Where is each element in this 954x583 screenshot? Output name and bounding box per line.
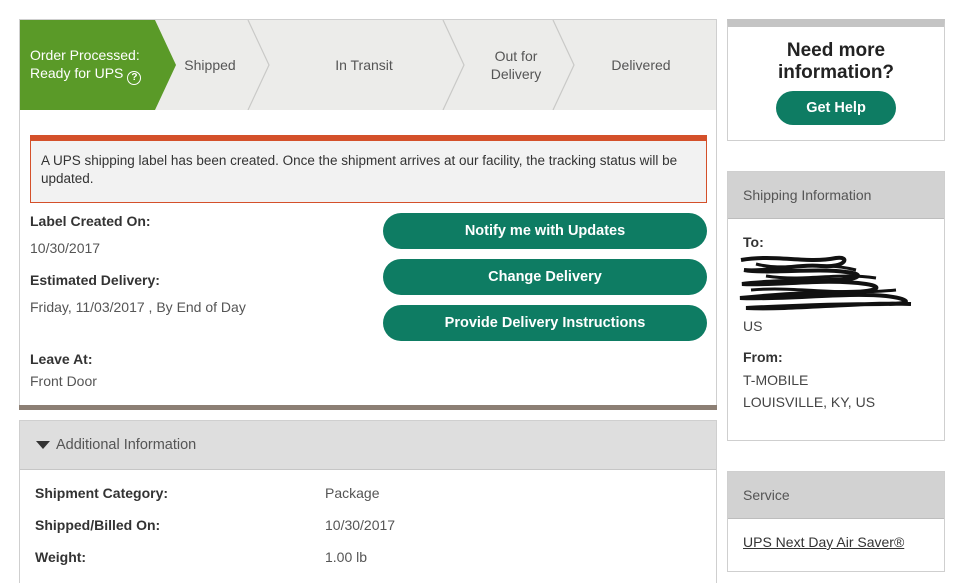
service-header: Service (728, 472, 944, 519)
weight-value: 1.00 lb (325, 549, 368, 565)
notify-updates-button[interactable]: Notify me with Updates (383, 213, 707, 249)
step-in-transit-label: In Transit (335, 57, 393, 73)
redacted-scribble (739, 255, 912, 311)
step-out-for-delivery-line2: Delivery (490, 66, 542, 82)
step-in-transit: In Transit (270, 20, 458, 110)
weight-label: Weight: (35, 549, 87, 565)
additional-info-toggle[interactable]: Additional Information (20, 421, 716, 470)
step-shipped-label: Shipped (184, 57, 236, 73)
shipping-info-header: Shipping Information (728, 172, 944, 219)
to-label: To: (743, 234, 764, 250)
get-help-button[interactable]: Get Help (776, 91, 896, 125)
shipped-billed-value: 10/30/2017 (325, 517, 396, 533)
panel-divider (19, 405, 717, 410)
shipped-billed-label: Shipped/Billed On: (35, 517, 161, 533)
help-box: Need more information? Get Help (727, 19, 945, 141)
caret-down-icon (36, 441, 50, 449)
service-value: UPS Next Day Air Saver® (743, 534, 904, 550)
from-name: T-MOBILE (743, 372, 809, 388)
step-order-processed-line1: Order Processed: (30, 46, 140, 63)
change-delivery-button[interactable]: Change Delivery (383, 259, 707, 295)
leave-at-label: Leave At: (30, 351, 93, 367)
shipment-category-label: Shipment Category: (35, 485, 169, 501)
step-shipped: Shipped (165, 20, 255, 110)
label-created-label: Label Created On: (30, 213, 151, 229)
to-country: US (743, 318, 763, 334)
service-box: Service UPS Next Day Air Saver® (727, 471, 945, 572)
estimated-delivery-value: Friday, 11/03/2017 , By End of Day (30, 299, 246, 315)
alert-text: A UPS shipping label has been created. O… (41, 153, 678, 186)
step-out-for-delivery-line1: Out for (494, 48, 538, 64)
tracking-panel: Order Processed: Ready for UPS? Shipped … (19, 19, 717, 410)
help-title: Need more information? (728, 40, 944, 84)
additional-info-header: Additional Information (56, 437, 197, 453)
service-link[interactable]: UPS Next Day Air Saver® (743, 534, 904, 550)
shipment-category-value: Package (325, 485, 380, 501)
help-title-line1: Need more (786, 40, 886, 61)
from-address: LOUISVILLE, KY, US (743, 394, 876, 410)
status-alert: A UPS shipping label has been created. O… (30, 135, 707, 203)
step-out-for-delivery: Out for Delivery (466, 20, 566, 110)
estimated-delivery-label: Estimated Delivery: (30, 272, 160, 288)
additional-info-panel: Additional Information Shipment Category… (19, 420, 717, 583)
step-order-processed: Order Processed: Ready for UPS? (20, 20, 170, 110)
label-created-value: 10/30/2017 (30, 240, 101, 256)
shipping-info-box: Shipping Information To: US From: T-MOBI… (727, 171, 945, 441)
leave-at-value: Front Door (30, 373, 97, 389)
progress-tracker: Order Processed: Ready for UPS? Shipped … (20, 20, 716, 110)
step-delivered: Delivered (576, 20, 706, 110)
help-title-line2: information? (777, 62, 895, 83)
question-circle-icon[interactable]: ? (127, 70, 142, 85)
delivery-instructions-button[interactable]: Provide Delivery Instructions (383, 305, 707, 341)
from-label: From: (743, 349, 783, 365)
step-order-processed-line2: Ready for UPS (30, 64, 124, 81)
step-delivered-label: Delivered (611, 57, 671, 73)
